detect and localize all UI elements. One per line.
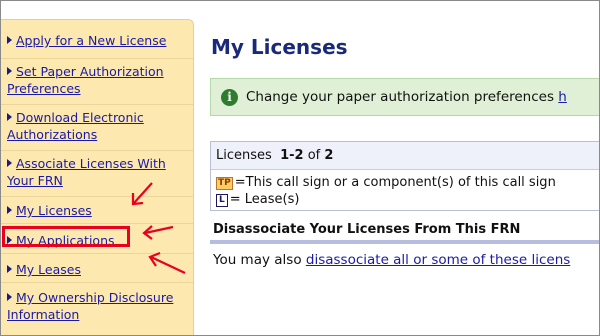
divider bbox=[1, 150, 193, 151]
sidebar-item-my-licenses[interactable]: My Licenses bbox=[7, 202, 189, 219]
licenses-count-header: Licenses 1-2 of 2 bbox=[211, 142, 599, 170]
divider bbox=[1, 282, 193, 283]
info-notice-banner: i Change your paper authorization prefer… bbox=[210, 78, 599, 116]
legend-tp-text: =This call sign or a component(s) of thi… bbox=[234, 175, 556, 190]
sidebar-item-paper-authorization[interactable]: Set Paper Authorization Preferences bbox=[7, 63, 189, 97]
section-divider bbox=[210, 240, 599, 244]
divider bbox=[1, 196, 193, 197]
licenses-panel: Licenses 1-2 of 2 TP =This call sign or a… bbox=[210, 141, 599, 211]
bullet-triangle-icon bbox=[7, 67, 12, 75]
annotation-arrow-icon bbox=[142, 225, 174, 240]
divider bbox=[1, 104, 193, 105]
bullet-triangle-icon bbox=[7, 159, 12, 167]
disassociate-heading: Disassociate Your Licenses From This FRN bbox=[213, 222, 521, 237]
notice-link[interactable]: h bbox=[558, 89, 567, 105]
sidebar-nav: Apply for a New License Set Paper Author… bbox=[1, 19, 194, 335]
sidebar-item-label[interactable]: My Leases bbox=[16, 262, 81, 277]
legend-tp-row: TP =This call sign or a component(s) of t… bbox=[216, 175, 556, 190]
bullet-triangle-icon bbox=[7, 265, 12, 273]
highlight-annotation-box bbox=[2, 226, 130, 247]
licenses-total: 2 bbox=[324, 148, 334, 163]
sidebar-item-label[interactable]: Set Paper Authorization Preferences bbox=[7, 64, 164, 96]
bullet-triangle-icon bbox=[7, 113, 12, 121]
bullet-triangle-icon bbox=[7, 206, 12, 214]
licenses-range: 1-2 bbox=[280, 148, 304, 163]
bullet-triangle-icon bbox=[7, 293, 12, 301]
sidebar-item-label[interactable]: Download Electronic Authorizations bbox=[7, 110, 144, 142]
sidebar-item-download-authorizations[interactable]: Download Electronic Authorizations bbox=[7, 109, 189, 143]
sidebar-item-associate-licenses[interactable]: Associate Licenses With Your FRN bbox=[7, 155, 189, 189]
legend-lease-row: L = Lease(s) bbox=[216, 192, 299, 207]
info-icon: i bbox=[221, 89, 238, 106]
notice-text: Change your paper authorization preferen… bbox=[246, 89, 567, 105]
licenses-of: of bbox=[307, 148, 321, 163]
sidebar-item-ownership-disclosure[interactable]: My Ownership Disclosure Information bbox=[7, 289, 189, 323]
page-title: My Licenses bbox=[211, 35, 348, 59]
annotation-arrow-icon bbox=[148, 251, 186, 274]
sidebar-item-label[interactable]: My Licenses bbox=[16, 203, 92, 218]
divider bbox=[1, 58, 193, 59]
disassociate-link[interactable]: disassociate all or some of these licens bbox=[306, 252, 570, 268]
bullet-triangle-icon bbox=[7, 36, 12, 44]
lease-badge-icon: L bbox=[216, 194, 228, 207]
sidebar-item-apply-new-license[interactable]: Apply for a New License bbox=[7, 32, 189, 49]
licenses-label: Licenses bbox=[216, 148, 272, 163]
legend-lease-text: = Lease(s) bbox=[229, 192, 300, 207]
sidebar-item-label[interactable]: Apply for a New License bbox=[16, 33, 166, 48]
sidebar-item-label[interactable]: My Ownership Disclosure Information bbox=[7, 290, 173, 322]
disassociate-text: You may also disassociate all or some of… bbox=[213, 252, 571, 268]
annotation-arrow-icon bbox=[131, 182, 153, 206]
tp-badge-icon: TP bbox=[216, 177, 233, 190]
browser-frame: Apply for a New License Set Paper Author… bbox=[0, 0, 600, 336]
